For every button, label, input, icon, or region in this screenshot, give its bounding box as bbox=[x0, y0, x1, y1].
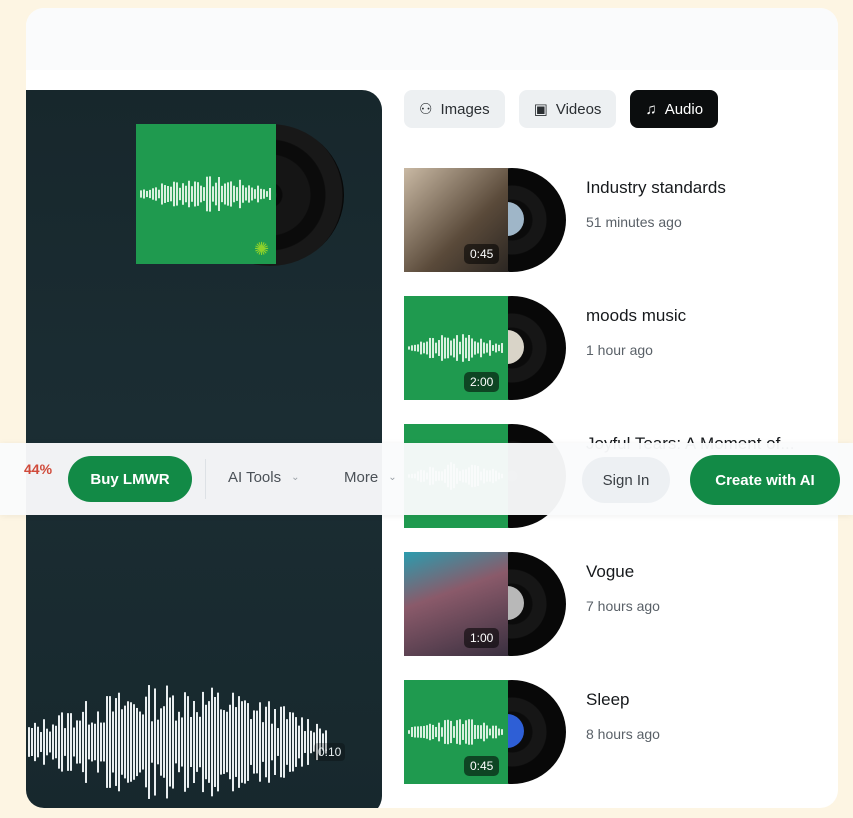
chevron-down-icon: ⌄ bbox=[291, 472, 300, 483]
tab-audio-label: Audio bbox=[664, 100, 704, 118]
track-title[interactable]: moods music bbox=[586, 306, 686, 326]
buy-lmwr-button[interactable]: Buy LMWR bbox=[68, 456, 192, 502]
create-with-ai-button[interactable]: Create with AI bbox=[690, 455, 840, 505]
track-title[interactable]: Industry standards bbox=[586, 178, 726, 198]
sun-badge-icon: ✺ bbox=[254, 239, 270, 259]
price-change-percent: 44% bbox=[24, 461, 53, 477]
video-icon: ▣ bbox=[533, 101, 548, 118]
track-title[interactable]: Sleep bbox=[586, 690, 629, 710]
track-time: 1 hour ago bbox=[586, 342, 653, 358]
track-duration: 0:45 bbox=[464, 756, 500, 776]
tab-audio[interactable]: ♫ Audio bbox=[630, 90, 719, 128]
album-cover: ✺ bbox=[136, 124, 276, 264]
list-item[interactable]: 0:45 Industry standards 51 minutes ago bbox=[404, 168, 824, 272]
track-time: 8 hours ago bbox=[586, 726, 660, 742]
ai-tools-label: AI Tools bbox=[228, 469, 282, 486]
people-icon: ⚇ bbox=[419, 101, 433, 118]
sign-in-button[interactable]: Sign In bbox=[582, 457, 670, 503]
nav-divider bbox=[205, 459, 206, 499]
top-band bbox=[26, 8, 838, 70]
more-menu[interactable]: More ⌄ bbox=[344, 469, 397, 486]
track-title[interactable]: Vogue bbox=[586, 562, 634, 582]
ai-tools-menu[interactable]: AI Tools ⌄ bbox=[228, 469, 299, 486]
track-duration: 1:00 bbox=[464, 628, 500, 648]
tab-images-label: Images bbox=[440, 100, 490, 118]
list-item[interactable]: 0:45 Sleep 8 hours ago bbox=[404, 680, 824, 784]
list-item[interactable]: 2:00 moods music 1 hour ago bbox=[404, 296, 824, 400]
tab-videos[interactable]: ▣ Videos bbox=[518, 90, 617, 128]
tab-videos-label: Videos bbox=[555, 100, 602, 118]
more-label: More bbox=[344, 469, 379, 486]
track-time: 51 minutes ago bbox=[586, 214, 682, 230]
player-waveform[interactable] bbox=[26, 650, 356, 808]
chevron-down-icon: ⌄ bbox=[388, 472, 397, 483]
list-item[interactable]: 1:00 Vogue 7 hours ago bbox=[404, 552, 824, 656]
track-duration: 2:00 bbox=[464, 372, 500, 392]
media-tabs: ⚇ Images ▣ Videos ♫ Audio bbox=[404, 90, 719, 128]
tab-images[interactable]: ⚇ Images bbox=[404, 90, 505, 128]
player-time: 0:10 bbox=[314, 743, 346, 761]
track-time: 7 hours ago bbox=[586, 598, 660, 614]
track-duration: 0:45 bbox=[464, 244, 500, 264]
music-note-icon: ♫ bbox=[645, 100, 657, 118]
content-card: ✺ 0:10 ⚇ Images ▣ Videos ♫ Audio 0:45 In… bbox=[26, 8, 838, 808]
